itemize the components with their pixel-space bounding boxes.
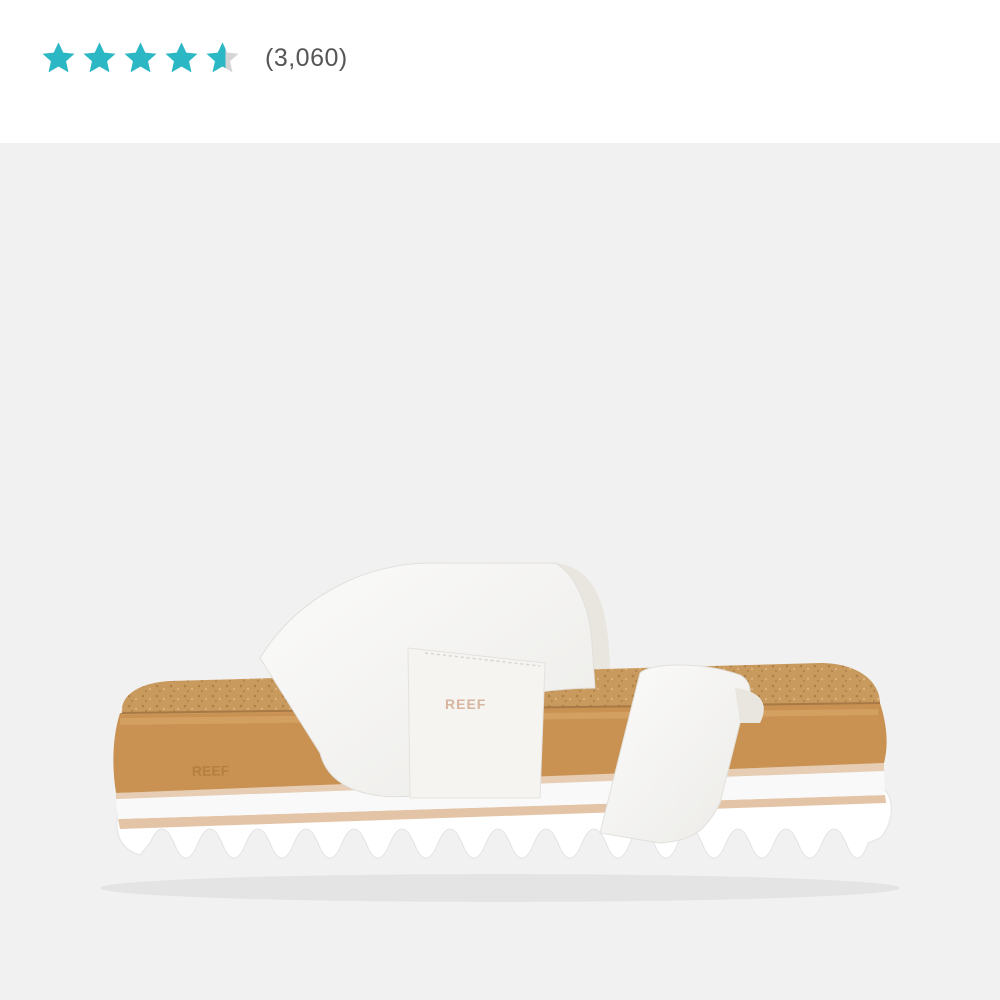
star-rating (40, 40, 241, 77)
star-icon (165, 41, 198, 72)
sole-shadow (100, 874, 900, 902)
midsole-logo: REEF (192, 762, 230, 779)
star-icon (206, 41, 239, 72)
rear-strap-front-panel (407, 647, 546, 799)
star-icon (124, 41, 157, 72)
product-page: (3,060) REEF REEF (0, 0, 1000, 1000)
star-icon (42, 41, 75, 72)
review-count[interactable]: (3,060) (265, 44, 348, 73)
sandal-illustration: REEF REEF (100, 562, 900, 902)
product-rating[interactable]: (3,060) (40, 34, 348, 82)
product-image[interactable]: REEF REEF (0, 143, 1000, 1000)
strap-logo: REEF (445, 696, 486, 712)
star-icon (83, 41, 116, 72)
